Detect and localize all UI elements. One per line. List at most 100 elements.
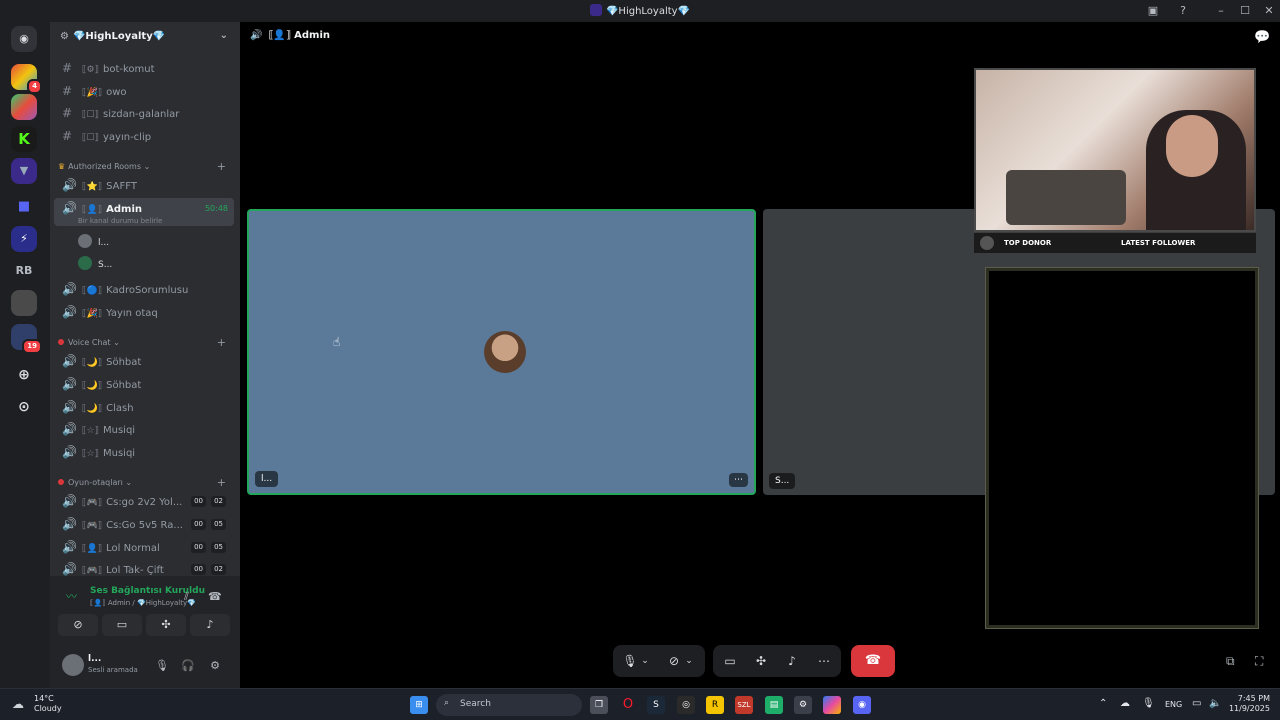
noise-suppression-icon[interactable]: ⫽ [184, 590, 189, 604]
voice-channel-safft[interactable]: 🔊 ⟦⭐⟧ SAFFT [54, 175, 234, 196]
weather-widget[interactable]: 14°C Cloudy [34, 694, 62, 714]
voice-channel-yayin-otaq[interactable]: 🔊 ⟦🎉⟧ Yayın otaq [54, 302, 234, 323]
voice-user-2[interactable]: S... [78, 256, 112, 270]
user-count: 00 [191, 496, 206, 507]
audio-video-controls: 🎙 ⌄ ⊘ ⌄ [613, 645, 705, 677]
task-view-icon[interactable]: ❐ [590, 696, 608, 714]
chevron-down-icon[interactable]: ⌄ [637, 645, 653, 677]
disconnect-icon[interactable]: ☎ [208, 590, 222, 603]
windows-taskbar: ☁ 14°C Cloudy ⊞ ⌕ Search ❐ O S ◎ R SZL ▤ … [0, 688, 1280, 720]
server-icon-runner[interactable]: ⚡ [11, 226, 37, 252]
server-icon-2[interactable] [11, 94, 37, 120]
server-icon-highloyalty[interactable]: ▼ [11, 158, 37, 184]
voice-channel-lol-normal[interactable]: 🔊 ⟦👤⟧ Lol Normal 00 05 [54, 537, 234, 558]
text-channel-yayin-clip[interactable]: # ⟦☐⟧ yayın-clip [54, 126, 234, 147]
add-channel-icon[interactable]: + [217, 160, 226, 173]
server-rail: ◉ 4 K ▼ ■ ⚡ RB 19 ⊕ ⊙ [0, 22, 50, 688]
guild-header[interactable]: ⚙ 💎HighLoyalty💎 ⌄ [50, 22, 240, 54]
soundboard-button[interactable]: ♪ [777, 645, 807, 677]
avatar[interactable] [62, 654, 84, 676]
add-server-icon[interactable]: ⊕ [11, 362, 37, 388]
close-icon[interactable]: ✕ [1261, 3, 1277, 19]
server-icon-1[interactable]: 4 [11, 64, 42, 94]
voice-channel-musiqi-2[interactable]: 🔊 ⟦☆⟧ Musiqi [54, 442, 234, 463]
voice-location[interactable]: ⟦👤⟧ Admin / 💎HighLoyalty💎 [90, 599, 196, 607]
folder-icon[interactable]: ■ [11, 194, 37, 220]
microphone-tray-icon[interactable]: 🎙 [1142, 698, 1155, 709]
voice-channel-sohbat-1[interactable]: 🔊 ⟦🌙⟧ Söhbat [54, 351, 234, 372]
start-icon[interactable]: ⊞ [410, 696, 428, 714]
channel-deco: ⟦☆⟧ [82, 449, 99, 459]
language-indicator[interactable]: ENG [1165, 700, 1182, 709]
screen-share-button[interactable]: ▭ [715, 645, 745, 677]
server-icon-rb[interactable]: RB [11, 258, 37, 284]
activities-button[interactable]: ✣ [746, 645, 776, 677]
app-szl-icon[interactable]: SZL [735, 696, 753, 714]
server-icon-k[interactable]: K [11, 126, 37, 152]
soundboard-button[interactable]: ♪ [190, 614, 230, 636]
voice-channel-csgo-5v5[interactable]: 🔊 ⟦🎮⟧ Cs:Go 5v5 Ra... 00 05 [54, 514, 234, 535]
voice-channel-kadrosorumlusu[interactable]: 🔊 ⟦🔵⟧ KadroSorumlusu [54, 279, 234, 300]
guild-name: 💎HighLoyalty💎 [72, 31, 166, 42]
category-voice-chat[interactable]: Voice Chat ⌄ + [58, 336, 234, 349]
category-authorized-rooms[interactable]: ♛ Authorized Rooms ⌄ + [58, 160, 234, 173]
channel-label: Cs:Go 5v5 Ra... [106, 520, 183, 531]
channel-status[interactable]: Bir kanal durumu belirle [78, 217, 162, 225]
steam-icon[interactable]: S [647, 696, 665, 714]
add-channel-icon[interactable]: + [217, 336, 226, 349]
chevron-down-icon[interactable]: ⌄ [681, 645, 697, 677]
volume-icon[interactable]: 🔈 [1209, 698, 1221, 709]
minimize-icon[interactable]: – [1213, 3, 1229, 19]
participant-name: S... [769, 473, 796, 489]
add-channel-icon[interactable]: + [217, 476, 226, 489]
text-channel-bot-komut[interactable]: # ⟦⚙⟧ bot-komut [54, 58, 234, 79]
chat-bubble-icon[interactable]: 💬 [1254, 30, 1270, 45]
disconnect-button[interactable]: ☎ [851, 645, 895, 677]
obs-icon[interactable]: ◎ [677, 696, 695, 714]
text-channel-owo[interactable]: # ⟦🎉⟧ owo [54, 81, 234, 102]
app-gear-icon[interactable]: ⚙ [794, 696, 812, 714]
activities-button[interactable]: ✣ [146, 614, 186, 636]
cloud-sync-icon[interactable]: ☁ [1120, 698, 1130, 709]
popout-icon[interactable]: ⧉ [1226, 654, 1235, 669]
help-icon[interactable]: ? [1175, 3, 1191, 19]
voice-channel-sohbat-2[interactable]: 🔊 ⟦🌙⟧ Söhbat [54, 374, 234, 395]
voice-channel-clash[interactable]: 🔊 ⟦🌙⟧ Clash [54, 397, 234, 418]
taskbar-search[interactable]: ⌕ Search [436, 694, 582, 716]
voice-channel-musiqi-1[interactable]: 🔊 ⟦☆⟧ Musiqi [54, 419, 234, 440]
discord-taskbar-icon[interactable]: ◉ [853, 696, 871, 714]
clock-date: 11/9/2025 [1228, 704, 1270, 713]
microphone-icon[interactable]: 🎙 [154, 658, 170, 674]
display-icon[interactable]: ▭ [1192, 698, 1201, 709]
channel-deco: ⟦☐⟧ [82, 110, 99, 120]
rockstar-icon[interactable]: R [706, 696, 724, 714]
opera-icon[interactable]: O [619, 696, 637, 714]
screen-share-button[interactable]: ▭ [102, 614, 142, 636]
text-channel-sizdan-galanlar[interactable]: # ⟦☐⟧ sizdan-galanlar [54, 103, 234, 124]
copilot-icon[interactable] [823, 696, 841, 714]
more-options-icon[interactable]: ⋯ [809, 645, 839, 677]
settings-gear-icon[interactable]: ⚙ [207, 658, 223, 674]
category-label: Voice Chat [68, 338, 111, 347]
category-oyun-otaqlari[interactable]: Oyun-otaqları ⌄ + [58, 476, 234, 489]
server-icon-9[interactable]: 19 [11, 324, 42, 354]
voice-channel-csgo-2v2[interactable]: 🔊 ⟦🎮⟧ Cs:go 2v2 Yol... 00 02 [54, 491, 234, 512]
channel-label: yayın-clip [102, 132, 152, 143]
app-green-icon[interactable]: ▤ [765, 696, 783, 714]
chevron-up-icon[interactable]: ⌃ [1099, 698, 1107, 709]
maximize-icon[interactable]: ☐ [1237, 3, 1253, 19]
participant-tile-1[interactable]: l... ⋯ [247, 209, 756, 495]
channel-label: Admin [106, 204, 142, 215]
system-clock[interactable]: 7:45 PM 11/9/2025 [1229, 694, 1270, 714]
headphones-icon[interactable]: 🎧 [180, 658, 196, 674]
user-name[interactable]: l... [88, 654, 101, 664]
avatar [78, 256, 92, 270]
more-options-icon[interactable]: ⋯ [729, 473, 748, 487]
fullscreen-icon[interactable]: ⛶ [1255, 654, 1263, 669]
direct-messages-icon[interactable]: ◉ [11, 26, 37, 52]
discover-icon[interactable]: ⊙ [11, 394, 37, 420]
camera-off-button[interactable]: ⊘ [58, 614, 98, 636]
voice-user-1[interactable]: l... [78, 234, 109, 248]
server-icon-8[interactable] [11, 290, 37, 316]
inbox-icon[interactable]: ▣ [1145, 3, 1161, 19]
